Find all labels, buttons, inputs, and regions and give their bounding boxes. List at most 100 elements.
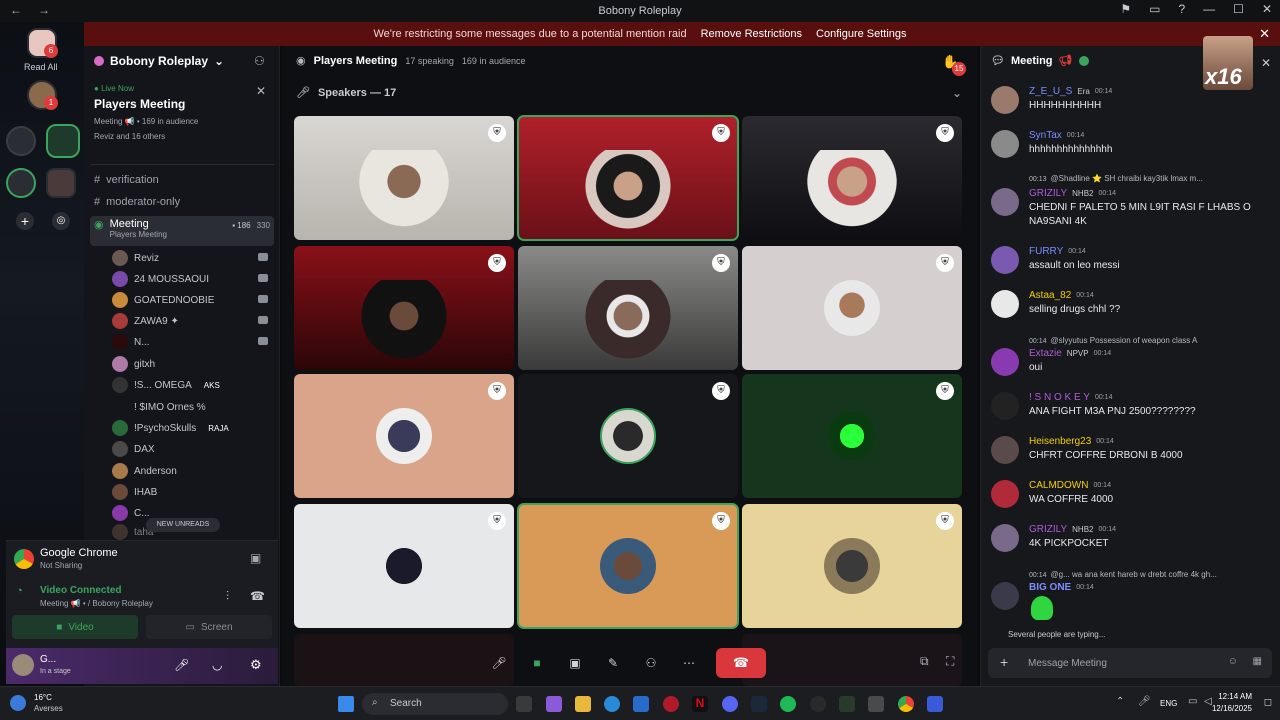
read-all-label[interactable]: Read All xyxy=(24,62,58,72)
clock-date[interactable]: 12/16/2025 xyxy=(1212,704,1252,713)
close-chat-icon[interactable]: ✕ xyxy=(1261,56,1271,70)
speaker-tile[interactable]: ⛨ xyxy=(294,246,514,370)
calculator-icon[interactable] xyxy=(927,696,943,712)
edge-icon[interactable] xyxy=(604,696,620,712)
xbox-icon[interactable] xyxy=(810,696,826,712)
apps-icon[interactable]: ▦ xyxy=(1253,656,1262,667)
speaker-tile[interactable]: ⛨ xyxy=(517,503,739,629)
tray-chevron-icon[interactable]: ⌃ xyxy=(1116,696,1124,707)
chrome-icon[interactable] xyxy=(898,696,914,712)
screen-share-icon[interactable]: ▣ xyxy=(564,652,586,674)
speaker-tile[interactable] xyxy=(742,634,962,686)
add-attachment-icon[interactable]: + xyxy=(1000,654,1008,670)
member-item[interactable]: !S... OMEGA AKS xyxy=(112,375,268,395)
new-unreads-pill[interactable]: NEW UNREADS xyxy=(146,518,220,532)
speaker-tile[interactable] xyxy=(294,634,514,686)
server-folder-3[interactable] xyxy=(6,168,36,198)
close-live-icon[interactable]: ✕ xyxy=(256,84,266,98)
channel-moderator-only[interactable]: # moderator-only xyxy=(90,192,274,212)
spotify-icon[interactable] xyxy=(780,696,796,712)
stage-title: Players Meeting xyxy=(313,54,398,67)
member-item[interactable]: DAX xyxy=(112,439,268,459)
remove-restrictions-link[interactable]: Remove Restrictions xyxy=(701,28,802,40)
fullscreen-icon[interactable]: ⛶ xyxy=(946,654,954,669)
message-author: BIG ONE xyxy=(1029,582,1072,593)
help-icon[interactable]: ? xyxy=(1178,2,1185,16)
headphones-icon[interactable]: ◡ xyxy=(212,658,222,672)
speaker-tile[interactable]: ⛨ xyxy=(742,504,962,628)
speaker-tile[interactable]: ⛨ xyxy=(294,116,514,240)
mic-icon[interactable]: 🎤︎ xyxy=(174,658,189,672)
app-icon[interactable] xyxy=(868,696,884,712)
activities-icon[interactable]: ✎ xyxy=(602,652,624,674)
screen-icon[interactable]: ▭ xyxy=(1149,2,1160,16)
member-item[interactable]: Anderson xyxy=(112,461,268,481)
channel-verification[interactable]: # verification xyxy=(90,170,274,190)
server-folder-4[interactable] xyxy=(46,168,76,198)
speaker-tile[interactable]: ⛨ xyxy=(742,374,962,498)
stage-settings-icon[interactable]: ⚇ xyxy=(640,652,662,674)
volume-icon[interactable]: ◁ xyxy=(1204,696,1212,707)
steam-icon[interactable] xyxy=(751,696,767,712)
speaker-tile[interactable]: ⛨ xyxy=(294,374,514,498)
app-icon[interactable] xyxy=(663,696,679,712)
soundboard-icon[interactable]: ⫶ xyxy=(226,589,229,604)
search-box[interactable]: ⌕ Search xyxy=(362,693,508,715)
speaker-tile[interactable]: ⛨ xyxy=(517,115,739,241)
emoji-icon[interactable]: ☺ xyxy=(1228,656,1238,667)
copilot-icon[interactable] xyxy=(546,696,562,712)
speaker-tile[interactable]: ⛨ xyxy=(518,246,738,370)
camera-toggle-icon[interactable]: ■ xyxy=(526,652,548,674)
terminal-icon[interactable] xyxy=(839,696,855,712)
maximize-button[interactable]: ☐ xyxy=(1233,2,1244,16)
disconnect-icon[interactable]: ☎ xyxy=(250,589,265,603)
server-folder-2[interactable] xyxy=(46,124,80,158)
close-window-button[interactable]: ✕ xyxy=(1262,2,1272,16)
video-button[interactable]: ■ Video xyxy=(12,615,138,639)
invite-icon[interactable]: ⚇ xyxy=(254,54,265,68)
language-indicator[interactable]: ENG xyxy=(1160,699,1177,708)
server-header[interactable]: Bobony Roleplay ⌄ xyxy=(94,54,224,68)
leave-stage-button[interactable]: ☎ xyxy=(716,648,766,678)
explorer-icon[interactable] xyxy=(575,696,591,712)
store-icon[interactable] xyxy=(633,696,649,712)
netflix-icon[interactable]: N xyxy=(692,696,708,712)
message-input[interactable]: + Message Meeting ☺ ▦ xyxy=(988,648,1272,678)
settings-gear-icon[interactable]: ⚙ xyxy=(250,657,262,673)
network-icon[interactable]: ▭ xyxy=(1188,696,1197,707)
tray-mic-icon[interactable]: 🎤︎ xyxy=(1138,696,1151,707)
close-banner-icon[interactable]: ✕ xyxy=(1259,26,1270,42)
configure-settings-link[interactable]: Configure Settings xyxy=(816,28,907,40)
discover-icon[interactable]: ◎ xyxy=(52,212,70,230)
member-item[interactable]: GOATEDNOOBIE xyxy=(112,290,268,310)
screen-button[interactable]: ▭ Screen xyxy=(146,615,272,639)
speaker-tile[interactable]: ⛨ xyxy=(742,246,962,370)
member-item[interactable]: ZAWA9 ✦ xyxy=(112,311,268,331)
more-icon[interactable]: ⋯ xyxy=(678,652,700,674)
start-icon[interactable] xyxy=(338,696,354,712)
user-avatar[interactable] xyxy=(12,654,34,676)
minimize-button[interactable]: — xyxy=(1203,2,1215,16)
inbox-icon[interactable]: ⚑ xyxy=(1120,2,1131,16)
member-item[interactable]: gitxh xyxy=(112,354,268,374)
chevron-down-icon[interactable]: ⌄ xyxy=(952,86,962,100)
discord-icon[interactable] xyxy=(722,696,738,712)
member-item[interactable]: IHAB xyxy=(112,482,268,502)
speaker-tile[interactable]: ⛨ xyxy=(294,504,514,628)
notification-icon[interactable]: ◻ xyxy=(1264,697,1272,708)
mic-toggle-icon[interactable]: 🎤︎ xyxy=(488,652,510,674)
server-folder-1[interactable] xyxy=(6,126,36,156)
speaker-tile[interactable]: ⛨ xyxy=(742,116,962,240)
speaker-tile[interactable]: ⛨ xyxy=(518,374,738,498)
share-icon[interactable]: ▣ xyxy=(250,551,261,565)
member-item[interactable]: ! $IMO Ornes % xyxy=(112,397,268,417)
member-item[interactable]: Reviz xyxy=(112,248,268,268)
member-item[interactable]: 24 MOUSSAOUI xyxy=(112,269,268,289)
clock-time[interactable]: 12:14 AM xyxy=(1218,692,1252,701)
task-view-icon[interactable] xyxy=(516,696,532,712)
popout-icon[interactable]: ⧉ xyxy=(920,654,929,669)
add-server-icon[interactable]: + xyxy=(16,212,34,230)
channel-meeting[interactable]: ◉ Meeting Players Meeting ▪ 186 330 xyxy=(90,216,274,246)
member-item[interactable]: N... xyxy=(112,332,268,352)
member-item[interactable]: !PsychoSkulls RAJA xyxy=(112,418,268,438)
